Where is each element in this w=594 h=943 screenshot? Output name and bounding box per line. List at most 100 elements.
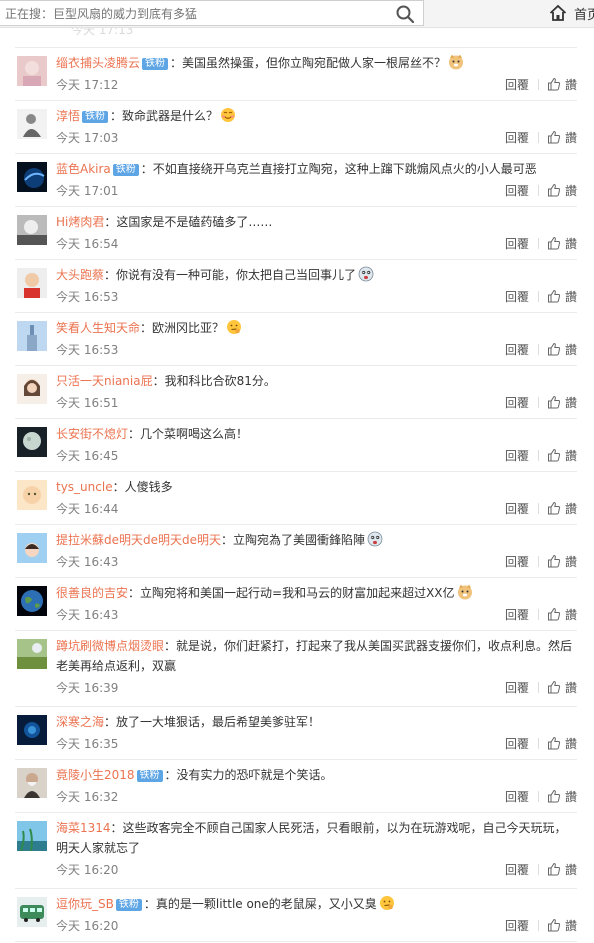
- avatar[interactable]: [17, 480, 47, 510]
- search-input[interactable]: [5, 5, 385, 23]
- username-link[interactable]: 蹲坑刷微博点烟烫眼: [56, 639, 164, 653]
- avatar[interactable]: [17, 162, 47, 192]
- comment-text-line: 逗你玩_SB 铁粉 ：真的是一颗little one的老鼠屎，又小又臭: [56, 894, 577, 914]
- avatar[interactable]: [17, 768, 47, 798]
- like-button[interactable]: 讚: [547, 446, 577, 466]
- username-link[interactable]: 只活一天niania屁: [56, 374, 153, 388]
- username-link[interactable]: 逗你玩_SB: [56, 897, 114, 911]
- avatar[interactable]: [17, 268, 47, 298]
- avatar[interactable]: [17, 586, 47, 616]
- comment-content: 提拉米蘇de明天de明天de明天：立陶宛為了美國衝鋒陷陣 今天 16:43 回覆 讚: [56, 530, 577, 572]
- username-link[interactable]: 海菜1314: [56, 821, 111, 835]
- reply-button[interactable]: 回覆: [505, 290, 529, 304]
- reply-button[interactable]: 回覆: [505, 790, 529, 804]
- username-link[interactable]: 竟陵小生2018: [56, 768, 135, 782]
- reply-button[interactable]: 回覆: [505, 449, 529, 463]
- reply-button[interactable]: 回覆: [505, 555, 529, 569]
- like-button[interactable]: 讚: [547, 678, 577, 698]
- username-link[interactable]: 深寒之海: [56, 715, 104, 729]
- avatar[interactable]: [17, 639, 47, 669]
- reply-button[interactable]: 回覆: [505, 131, 529, 145]
- reply-button[interactable]: 回覆: [505, 608, 529, 622]
- timestamp: 今天 16:35: [56, 737, 119, 751]
- reply-button[interactable]: 回覆: [505, 737, 529, 751]
- comment-meta: 今天 16:54 回覆 讚: [56, 234, 577, 254]
- reply-button[interactable]: 回覆: [505, 343, 529, 357]
- like-button[interactable]: 讚: [547, 605, 577, 625]
- thinking-emoji-icon: [379, 896, 394, 910]
- timestamp: 今天 17:03: [56, 131, 119, 145]
- like-button[interactable]: 讚: [547, 234, 577, 254]
- username-link[interactable]: tys_uncle: [56, 480, 113, 494]
- comment-content: 只活一天niania屁：我和科比合砍81分。 今天 16:51 回覆 讚: [56, 371, 577, 413]
- avatar[interactable]: [17, 374, 47, 404]
- divider: [537, 344, 539, 355]
- avatar[interactable]: [17, 321, 47, 351]
- reply-button[interactable]: 回覆: [505, 863, 529, 877]
- thumbs-up-icon: [547, 501, 561, 515]
- dizzy-emoji-icon: [367, 531, 383, 547]
- thumbs-up-icon: [547, 862, 561, 876]
- comment-meta: 今天 16:53 回覆 讚: [56, 340, 577, 360]
- username-link[interactable]: 缁衣捕头凌腾云: [56, 56, 140, 70]
- thumbs-up-icon: [547, 395, 561, 409]
- username-link[interactable]: Hi烤肉君: [56, 215, 104, 229]
- reply-button[interactable]: 回覆: [505, 502, 529, 516]
- comment-actions: 回覆 讚: [505, 446, 577, 466]
- like-button[interactable]: 讚: [547, 499, 577, 519]
- comment-actions: 回覆 讚: [505, 499, 577, 519]
- comment-item: 只活一天niania屁：我和科比合砍81分。 今天 16:51 回覆 讚: [15, 366, 577, 419]
- like-button[interactable]: 讚: [547, 916, 577, 936]
- avatar[interactable]: [17, 533, 47, 563]
- avatar[interactable]: [17, 56, 47, 86]
- comment-item: 蹲坑刷微博点烟烫眼：就是说，你们赶紧打，打起来了我从美国买武器支援你们，收点利息…: [15, 631, 577, 707]
- comment-text-line: 淳悟 铁粉 ：致命武器是什么？: [56, 106, 577, 126]
- username-link[interactable]: 大头跑蔡: [56, 268, 104, 282]
- divider: [537, 920, 539, 931]
- username-link[interactable]: 很善良的吉安: [56, 586, 128, 600]
- comment-actions: 回覆 讚: [505, 734, 577, 754]
- timestamp: 今天 16:39: [56, 681, 119, 695]
- username-link[interactable]: 蓝色Akira: [56, 162, 111, 176]
- thumbs-up-icon: [547, 736, 561, 750]
- reply-button[interactable]: 回覆: [505, 184, 529, 198]
- like-button[interactable]: 讚: [547, 287, 577, 307]
- like-button[interactable]: 讚: [547, 128, 577, 148]
- avatar[interactable]: [17, 821, 47, 851]
- avatar[interactable]: [17, 215, 47, 245]
- username-link[interactable]: 笑看人生知天命: [56, 321, 140, 335]
- avatar[interactable]: [17, 897, 47, 927]
- like-label: 讚: [564, 555, 577, 569]
- home-icon: [549, 4, 567, 21]
- like-button[interactable]: 讚: [547, 787, 577, 807]
- divider: [537, 791, 539, 802]
- avatar[interactable]: [17, 715, 47, 745]
- search-box[interactable]: [0, 0, 424, 26]
- username-link[interactable]: 淳悟: [56, 109, 80, 123]
- like-button[interactable]: 讚: [547, 393, 577, 413]
- comment-item: 大头跑蔡：你说有没有一种可能，你太把自己当回事儿了 今天 16:53 回覆 讚: [15, 260, 577, 313]
- like-label: 讚: [564, 449, 577, 463]
- comment-meta: 今天 16:39 回覆 讚: [56, 678, 577, 698]
- like-button[interactable]: 讚: [547, 860, 577, 880]
- reply-button[interactable]: 回覆: [505, 681, 529, 695]
- like-button[interactable]: 讚: [547, 552, 577, 572]
- like-button[interactable]: 讚: [547, 340, 577, 360]
- reply-button[interactable]: 回覆: [505, 396, 529, 410]
- timestamp: 今天 17:12: [56, 78, 119, 92]
- like-button[interactable]: 讚: [547, 181, 577, 201]
- like-button[interactable]: 讚: [547, 75, 577, 95]
- comment-text: ：真的是一颗little one的老鼠屎，又小又臭: [143, 897, 377, 911]
- reply-button[interactable]: 回覆: [505, 919, 529, 933]
- username-link[interactable]: 提拉米蘇de明天de明天de明天: [56, 533, 221, 547]
- reply-button[interactable]: 回覆: [505, 237, 529, 251]
- username-link[interactable]: 长安街不熄灯: [56, 427, 128, 441]
- search-icon[interactable]: [395, 4, 415, 24]
- like-button[interactable]: 讚: [547, 734, 577, 754]
- avatar[interactable]: [17, 427, 47, 457]
- avatar[interactable]: [17, 109, 47, 139]
- reply-button[interactable]: 回覆: [505, 78, 529, 92]
- comment-meta: 今天 16:53 回覆 讚: [56, 287, 577, 307]
- comment-text-line: 大头跑蔡：你说有没有一种可能，你太把自己当回事儿了: [56, 265, 577, 285]
- timestamp: 今天 16:20: [56, 919, 119, 933]
